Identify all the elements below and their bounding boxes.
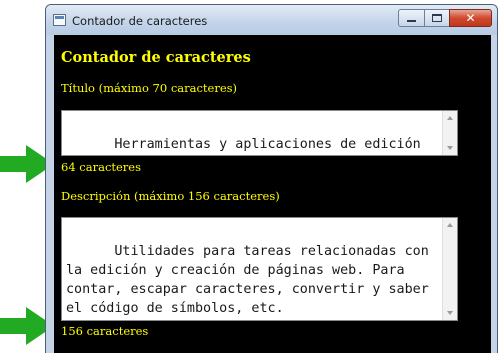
scroll-down-icon[interactable] <box>447 146 453 150</box>
window-controls: ✕ <box>398 9 492 27</box>
title-textarea[interactable]: Herramientas y aplicaciones de edición w… <box>61 110 458 156</box>
app-icon[interactable] <box>53 14 66 26</box>
scroll-down-icon[interactable] <box>447 311 453 315</box>
scroll-up-icon[interactable] <box>447 223 453 227</box>
description-textarea-value: Utilidades para tareas relacionadas con … <box>66 244 437 316</box>
title-textarea-value: Herramientas y aplicaciones de edición w… <box>114 137 421 152</box>
description-field-label: Descripción (máximo 156 caracteres) <box>61 189 280 203</box>
app-window: Contador de caracteres ✕ Contador de car… <box>45 4 498 353</box>
page-title: Contador de caracteres <box>61 49 251 66</box>
description-scrollbar[interactable] <box>442 218 457 320</box>
close-button[interactable]: ✕ <box>449 9 492 27</box>
description-char-counter: 156 caracteres <box>61 324 149 338</box>
title-field-label: Título (máximo 70 caracteres) <box>61 81 238 95</box>
maximize-icon <box>432 14 442 22</box>
title-scrollbar[interactable] <box>442 111 457 155</box>
maximize-button[interactable] <box>424 9 449 27</box>
content-area: Contador de caracteres Título (máximo 70… <box>54 35 491 353</box>
title-char-counter: 64 caracteres <box>61 160 142 174</box>
minimize-icon <box>407 20 416 22</box>
minimize-button[interactable] <box>398 9 424 27</box>
title-bar[interactable]: Contador de caracteres ✕ <box>46 5 497 35</box>
scroll-up-icon[interactable] <box>447 116 453 120</box>
close-icon: ✕ <box>465 11 476 25</box>
description-textarea[interactable]: Utilidades para tareas relacionadas con … <box>61 217 458 321</box>
window-title: Contador de caracteres <box>72 14 208 28</box>
